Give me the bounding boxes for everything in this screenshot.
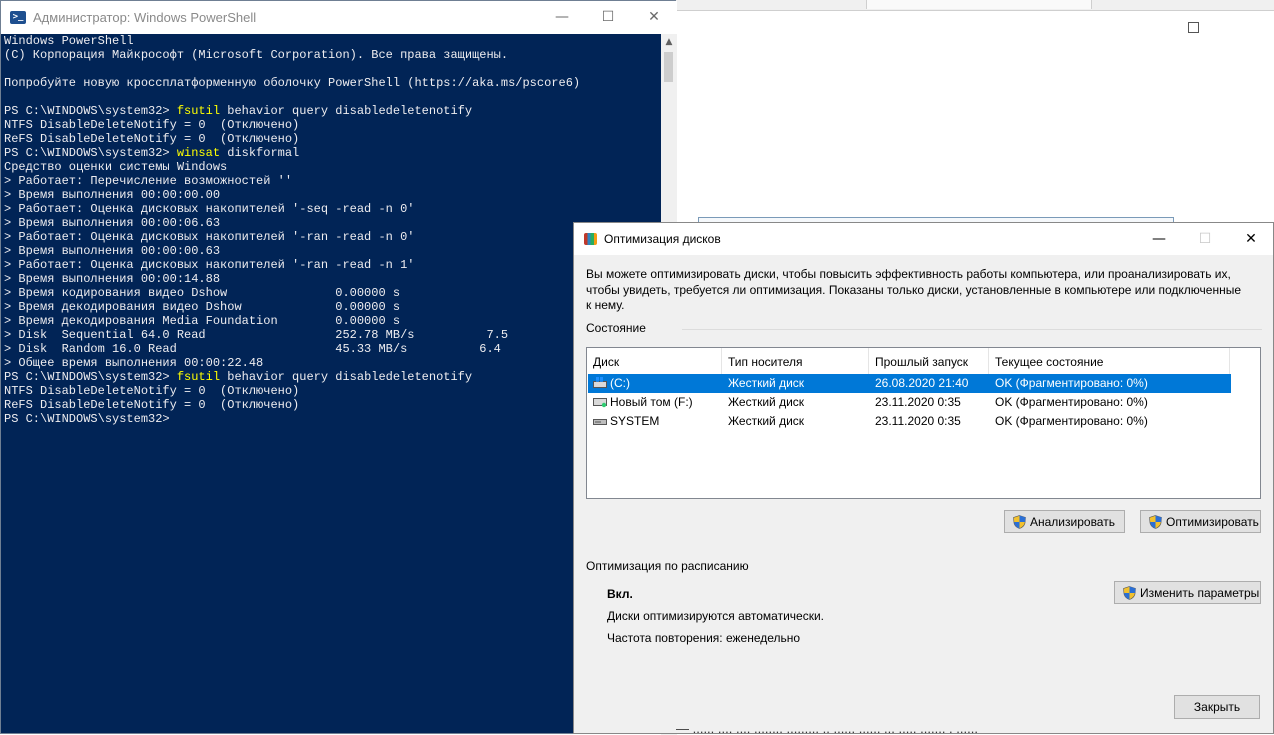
drive-name: SYSTEM <box>610 414 660 428</box>
console-line: NTFS DisableDeleteNotify = 0 (Отключено) <box>4 384 300 398</box>
console-args: diskformal <box>220 146 300 160</box>
dialog-minimize-button[interactable]: — <box>1136 223 1182 255</box>
drive-name: (C:) <box>610 376 630 390</box>
uac-shield-icon <box>1123 585 1136 600</box>
drive-media: Жесткий диск <box>728 376 805 390</box>
column-header-status[interactable]: Текущее состояние <box>989 348 1230 374</box>
drive-status: OK (Фрагментировано: 0%) <box>995 414 1148 428</box>
console-line: > Время декодирования видео Dshow 0.0000… <box>4 300 401 314</box>
console-output[interactable]: Windows PowerShell (C) Корпорация Майкрос… <box>1 34 661 734</box>
console-line: Средство оценки системы Windows <box>4 160 228 174</box>
change-settings-button-label: Изменить параметры <box>1140 585 1260 600</box>
console-args: behavior query disabledeletenotify <box>220 104 473 118</box>
drive-list-header: Диск Тип носителя Прошлый запуск Текущее… <box>587 348 1260 374</box>
console-line: > Время декодирования Media Foundation 0… <box>4 314 401 328</box>
console-prompt: PS C:\WINDOWS\system32> <box>4 104 177 118</box>
background-text: — ...... .... .... ........ ......... ..… <box>676 721 978 734</box>
change-settings-button[interactable]: Изменить параметры <box>1114 581 1261 604</box>
drive-row[interactable]: Новый том (F:) Жесткий диск 23.11.2020 0… <box>588 393 1231 412</box>
drive-list[interactable]: Диск Тип носителя Прошлый запуск Текущее… <box>586 347 1261 499</box>
hard-drive-icon <box>593 398 607 408</box>
console-line: PS C:\WINDOWS\system32> winsat diskforma… <box>4 146 299 160</box>
dialog-maximize-button: ☐ <box>1198 231 1212 247</box>
console-line: ReFS DisableDeleteNotify = 0 (Отключено) <box>4 132 300 146</box>
powershell-titlebar[interactable]: >_ Администратор: Windows PowerShell — ☐… <box>1 1 677 34</box>
scroll-thumb[interactable] <box>664 52 673 82</box>
console-line: > Общее время выполнения 00:00:22.48 <box>4 356 264 370</box>
console-args: behavior query disabledeletenotify <box>220 370 473 384</box>
console-line: > Disk Sequential 64.0 Read 252.78 MB/s … <box>4 328 509 342</box>
status-divider <box>682 329 1262 330</box>
analyze-button-label: Анализировать <box>1030 514 1115 529</box>
console-line: > Работает: Перечисление возможностей '' <box>4 174 293 188</box>
console-command: fsutil <box>176 370 221 384</box>
schedule-description: Диски оптимизируются автоматически. <box>607 609 825 623</box>
console-line: > Работает: Оценка дисковых накопителей … <box>4 202 415 216</box>
column-header-last-run[interactable]: Прошлый запуск <box>869 348 989 374</box>
maximize-button[interactable]: ☐ <box>585 1 631 33</box>
powershell-title: Администратор: Windows PowerShell <box>33 10 257 25</box>
schedule-section-label: Оптимизация по расписанию <box>586 559 749 573</box>
console-line: Попробуйте новую кроссплатформенную обол… <box>4 76 581 90</box>
drive-status: OK (Фрагментировано: 0%) <box>995 395 1148 409</box>
drive-media: Жесткий диск <box>728 395 805 409</box>
console-line: > Работает: Оценка дисковых накопителей … <box>4 230 415 244</box>
schedule-state: Вкл. <box>607 587 633 601</box>
minimize-button[interactable]: — <box>539 1 585 33</box>
powershell-icon: >_ <box>10 11 26 24</box>
scroll-up-icon[interactable]: ▲ <box>661 34 677 50</box>
console-prompt: PS C:\WINDOWS\system32> <box>4 370 177 384</box>
console-line: > Disk Random 16.0 Read 45.33 MB/s 6.4 <box>4 342 501 356</box>
console-line: > Время выполнения 00:00:00.00 <box>4 188 221 202</box>
optimize-button-label: Оптимизировать <box>1166 514 1259 529</box>
console-command: fsutil <box>176 104 221 118</box>
hard-drive-icon <box>593 419 607 425</box>
close-dialog-button[interactable]: Закрыть <box>1174 695 1260 719</box>
dialog-description: Вы можете оптимизировать диски, чтобы по… <box>586 267 1242 312</box>
close-button[interactable]: ✕ <box>631 1 677 33</box>
console-prompt: PS C:\WINDOWS\system32> <box>4 146 177 160</box>
status-section-label: Состояние <box>586 321 646 335</box>
console-line: PS C:\WINDOWS\system32> fsutil behavior … <box>4 370 472 384</box>
defrag-icon <box>584 233 597 245</box>
drive-last-run: 26.08.2020 21:40 <box>875 376 969 390</box>
dialog-close-button[interactable]: ✕ <box>1228 223 1274 255</box>
dialog-title: Оптимизация дисков <box>604 232 721 246</box>
console-line: Windows PowerShell <box>4 34 134 48</box>
disk-optimization-dialog[interactable]: Оптимизация дисков — ☐ ✕ Вы можете оптим… <box>573 222 1274 734</box>
optimize-button[interactable]: Оптимизировать <box>1140 510 1261 533</box>
restore-icon <box>1188 22 1199 33</box>
uac-shield-icon <box>1149 514 1162 529</box>
drive-name: Новый том (F:) <box>610 395 693 409</box>
background-tabstrip <box>676 0 1274 11</box>
background-tab[interactable] <box>866 0 1092 9</box>
uac-shield-icon <box>1013 514 1026 529</box>
dialog-titlebar[interactable]: Оптимизация дисков — ☐ ✕ <box>574 223 1273 255</box>
drive-last-run: 23.11.2020 0:35 <box>875 414 961 428</box>
console-line: > Время выполнения 00:00:14.88 <box>4 272 221 286</box>
console-line: > Время выполнения 00:00:00.63 <box>4 244 221 258</box>
console-line: PS C:\WINDOWS\system32> fsutil behavior … <box>4 104 472 118</box>
analyze-button[interactable]: Анализировать <box>1004 510 1125 533</box>
drive-media: Жесткий диск <box>728 414 805 428</box>
drive-last-run: 23.11.2020 0:35 <box>875 395 961 409</box>
console-command: winsat <box>176 146 221 160</box>
console-line: > Работает: Оценка дисковых накопителей … <box>4 258 415 272</box>
console-line: > Время выполнения 00:00:06.63 <box>4 216 221 230</box>
schedule-frequency: Частота повторения: еженедельно <box>607 631 801 645</box>
drive-status: OK (Фрагментировано: 0%) <box>995 376 1148 390</box>
drive-row[interactable]: (C:) Жесткий диск 26.08.2020 21:40 OK (Ф… <box>588 374 1231 393</box>
console-line: (C) Корпорация Майкрософт (Microsoft Cor… <box>4 48 509 62</box>
drive-row[interactable]: SYSTEM Жесткий диск 23.11.2020 0:35 OK (… <box>588 412 1231 431</box>
windows-drive-icon <box>593 377 607 388</box>
console-line: PS C:\WINDOWS\system32> <box>4 412 170 426</box>
console-line: > Время кодирования видео Dshow 0.00000 … <box>4 286 401 300</box>
column-header-media[interactable]: Тип носителя <box>722 348 869 374</box>
console-line: NTFS DisableDeleteNotify = 0 (Отключено) <box>4 118 300 132</box>
console-line: ReFS DisableDeleteNotify = 0 (Отключено) <box>4 398 300 412</box>
column-header-disk[interactable]: Диск <box>587 348 722 374</box>
